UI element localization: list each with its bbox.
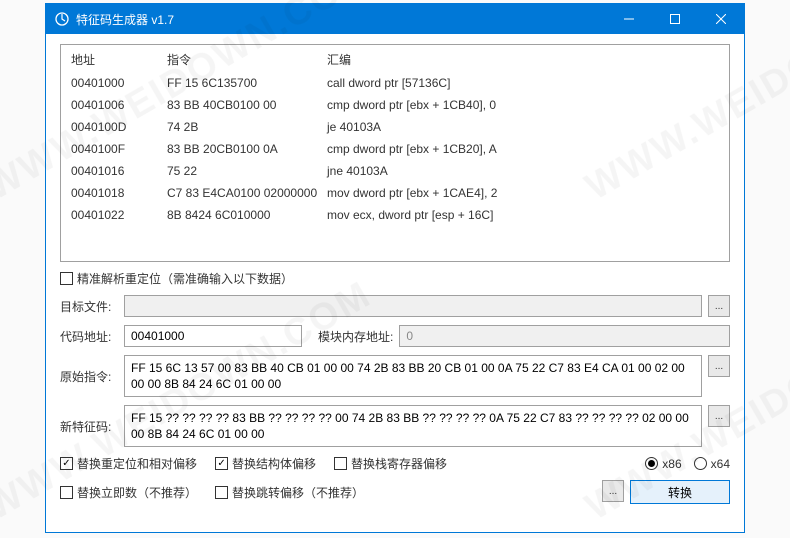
arch-x64-radio[interactable] — [694, 457, 707, 470]
new-sig-row: 新特征码: FF 15 ?? ?? ?? ?? 83 BB ?? ?? ?? ?… — [60, 405, 730, 447]
cell-instruction: 83 BB 20CB0100 0A — [167, 140, 327, 158]
col-assembly: 汇编 — [327, 51, 719, 68]
extra-action-button[interactable]: ... — [602, 480, 624, 502]
minimize-button[interactable] — [606, 4, 652, 34]
app-window: 特征码生成器 v1.7 地址 指令 汇编 00401000FF 15 6C135… — [45, 3, 745, 533]
options-row-1: 替换重定位和相对偏移 替换结构体偏移 替换栈寄存器偏移 x86 x64 — [60, 455, 730, 472]
list-header: 地址 指令 汇编 — [61, 45, 729, 72]
cell-address: 00401000 — [71, 74, 167, 92]
orig-instr-row: 原始指令: FF 15 6C 13 57 00 83 BB 40 CB 01 0… — [60, 355, 730, 397]
cell-assembly: call dword ptr [57136C] — [327, 74, 719, 92]
cell-address: 00401018 — [71, 184, 167, 202]
target-file-row: 目标文件: ... — [60, 295, 730, 317]
close-button[interactable] — [698, 4, 744, 34]
cell-address: 00401022 — [71, 206, 167, 224]
orig-instr-textarea[interactable]: FF 15 6C 13 57 00 83 BB 40 CB 01 00 00 7… — [124, 355, 702, 397]
cell-assembly: mov dword ptr [ebx + 1CAE4], 2 — [327, 184, 719, 202]
opt-struct-label: 替换结构体偏移 — [232, 455, 316, 472]
cell-address: 00401006 — [71, 96, 167, 114]
table-row[interactable]: 004010228B 8424 6C010000mov ecx, dword p… — [61, 204, 729, 226]
new-sig-textarea[interactable]: FF 15 ?? ?? ?? ?? 83 BB ?? ?? ?? ?? 00 7… — [124, 405, 702, 447]
cell-address: 0040100D — [71, 118, 167, 136]
code-addr-input[interactable] — [124, 325, 302, 347]
precise-row: 精准解析重定位（需准确输入以下数据） — [60, 270, 730, 287]
cell-assembly: cmp dword ptr [ebx + 1CB20], A — [327, 140, 719, 158]
content-area: 地址 指令 汇编 00401000FF 15 6C135700call dwor… — [46, 34, 744, 532]
window-title: 特征码生成器 v1.7 — [76, 11, 606, 28]
opt-reloc-label: 替换重定位和相对偏移 — [77, 455, 197, 472]
options-row-2: 替换立即数（不推荐） 替换跳转偏移（不推荐） ... 转换 — [60, 480, 730, 504]
arch-x86-radio[interactable] — [645, 457, 658, 470]
precise-label: 精准解析重定位（需准确输入以下数据） — [77, 270, 293, 287]
arch-x86-label: x86 — [662, 457, 681, 471]
mod-addr-label: 模块内存地址: — [318, 328, 393, 345]
mod-addr-input[interactable] — [399, 325, 730, 347]
new-sig-action-button[interactable]: ... — [708, 405, 730, 427]
opt-imm-label: 替换立即数（不推荐） — [77, 484, 197, 501]
disasm-list[interactable]: 地址 指令 汇编 00401000FF 15 6C135700call dwor… — [60, 44, 730, 262]
cell-instruction: 8B 8424 6C010000 — [167, 206, 327, 224]
table-row[interactable]: 0040100F83 BB 20CB0100 0Acmp dword ptr [… — [61, 138, 729, 160]
precise-checkbox[interactable] — [60, 272, 73, 285]
browse-file-button[interactable]: ... — [708, 295, 730, 317]
cell-instruction: 74 2B — [167, 118, 327, 136]
cell-assembly: jne 40103A — [327, 162, 719, 180]
orig-instr-action-button[interactable]: ... — [708, 355, 730, 377]
table-row[interactable]: 00401000FF 15 6C135700call dword ptr [57… — [61, 72, 729, 94]
opt-reloc-checkbox[interactable] — [60, 457, 73, 470]
cell-instruction: 83 BB 40CB0100 00 — [167, 96, 327, 114]
code-addr-label: 代码地址: — [60, 328, 118, 345]
convert-button[interactable]: 转换 — [630, 480, 730, 504]
col-instruction: 指令 — [167, 51, 327, 68]
maximize-button[interactable] — [652, 4, 698, 34]
cell-address: 00401016 — [71, 162, 167, 180]
target-file-label: 目标文件: — [60, 298, 118, 315]
opt-stack-checkbox[interactable] — [334, 457, 347, 470]
opt-stack-label: 替换栈寄存器偏移 — [351, 455, 447, 472]
col-address: 地址 — [71, 51, 167, 68]
table-row[interactable]: 0040100D74 2Bje 40103A — [61, 116, 729, 138]
orig-instr-label: 原始指令: — [60, 368, 118, 385]
cell-instruction: 75 22 — [167, 162, 327, 180]
arch-x64-label: x64 — [711, 457, 730, 471]
opt-struct-checkbox[interactable] — [215, 457, 228, 470]
cell-instruction: C7 83 E4CA0100 02000000 — [167, 184, 327, 202]
opt-imm-checkbox[interactable] — [60, 486, 73, 499]
table-row[interactable]: 0040101675 22jne 40103A — [61, 160, 729, 182]
cell-assembly: mov ecx, dword ptr [esp + 16C] — [327, 206, 719, 224]
cell-instruction: FF 15 6C135700 — [167, 74, 327, 92]
opt-jmp-checkbox[interactable] — [215, 486, 228, 499]
opt-jmp-label: 替换跳转偏移（不推荐） — [232, 484, 364, 501]
table-row[interactable]: 0040100683 BB 40CB0100 00cmp dword ptr [… — [61, 94, 729, 116]
cell-assembly: cmp dword ptr [ebx + 1CB40], 0 — [327, 96, 719, 114]
new-sig-label: 新特征码: — [60, 418, 118, 435]
app-icon — [54, 11, 70, 27]
addr-row: 代码地址: 模块内存地址: — [60, 325, 730, 347]
cell-address: 0040100F — [71, 140, 167, 158]
target-file-input[interactable] — [124, 295, 702, 317]
table-row[interactable]: 00401018C7 83 E4CA0100 02000000mov dword… — [61, 182, 729, 204]
titlebar: 特征码生成器 v1.7 — [46, 4, 744, 34]
cell-assembly: je 40103A — [327, 118, 719, 136]
